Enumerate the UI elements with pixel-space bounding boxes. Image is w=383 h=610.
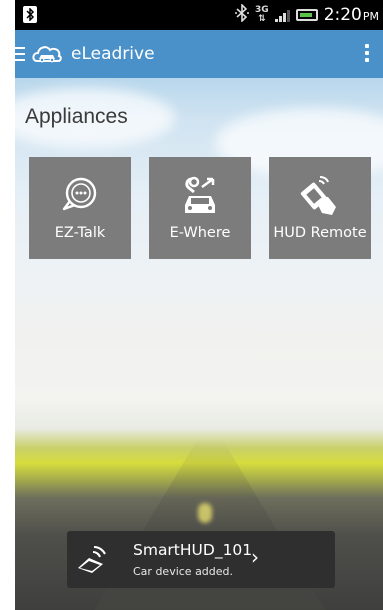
chat-bubble-icon (62, 177, 97, 211)
overflow-menu-icon[interactable] (365, 44, 369, 62)
3g-icon: 3G ⇅ (255, 6, 269, 24)
tile-hud-remote[interactable]: HUD Remote (269, 157, 371, 259)
menu-icon[interactable] (15, 47, 27, 61)
tile-label: HUD Remote (273, 225, 367, 241)
hud-device-icon (78, 546, 106, 573)
time-text: 2:20 (323, 5, 362, 25)
clock: 2:20PM (324, 5, 379, 25)
tile-e-where[interactable]: E-Where (149, 157, 251, 259)
bluetooth-icon (235, 3, 250, 26)
app-bar: eLeadrive (15, 30, 383, 78)
tile-label: EZ-Talk (54, 225, 106, 241)
status-bar: 3G ⇅ 2:20PM (15, 0, 383, 30)
toast-subtitle: Car device added. (133, 565, 234, 578)
status-icons: 3G ⇅ 2:20PM (235, 3, 379, 26)
bluetooth-notification-icon (23, 6, 37, 23)
toast-title: SmartHUD_101 (133, 541, 253, 559)
ampm-text: PM (362, 10, 379, 23)
network-arrows: ⇅ (258, 14, 266, 24)
tile-label: E-Where (169, 225, 231, 241)
section-title: Appliances (25, 105, 128, 128)
app-title: eLeadrive (71, 44, 155, 64)
car-location-icon (185, 176, 215, 213)
device-added-toast[interactable]: SmartHUD_101 › Car device added. (67, 531, 335, 588)
car-cloud-logo-icon[interactable] (31, 41, 63, 67)
screenshot-frame: 3G ⇅ 2:20PM eLeadrive Appliances EZ-Talk… (0, 0, 383, 610)
chevron-right-icon: › (251, 545, 259, 569)
hud-remote-icon (300, 176, 336, 215)
signal-icon (274, 8, 290, 22)
battery-icon (295, 9, 318, 21)
phone-screen: 3G ⇅ 2:20PM eLeadrive Appliances EZ-Talk… (15, 0, 383, 610)
tile-ez-talk[interactable]: EZ-Talk (29, 157, 131, 259)
road-marking (198, 503, 212, 523)
